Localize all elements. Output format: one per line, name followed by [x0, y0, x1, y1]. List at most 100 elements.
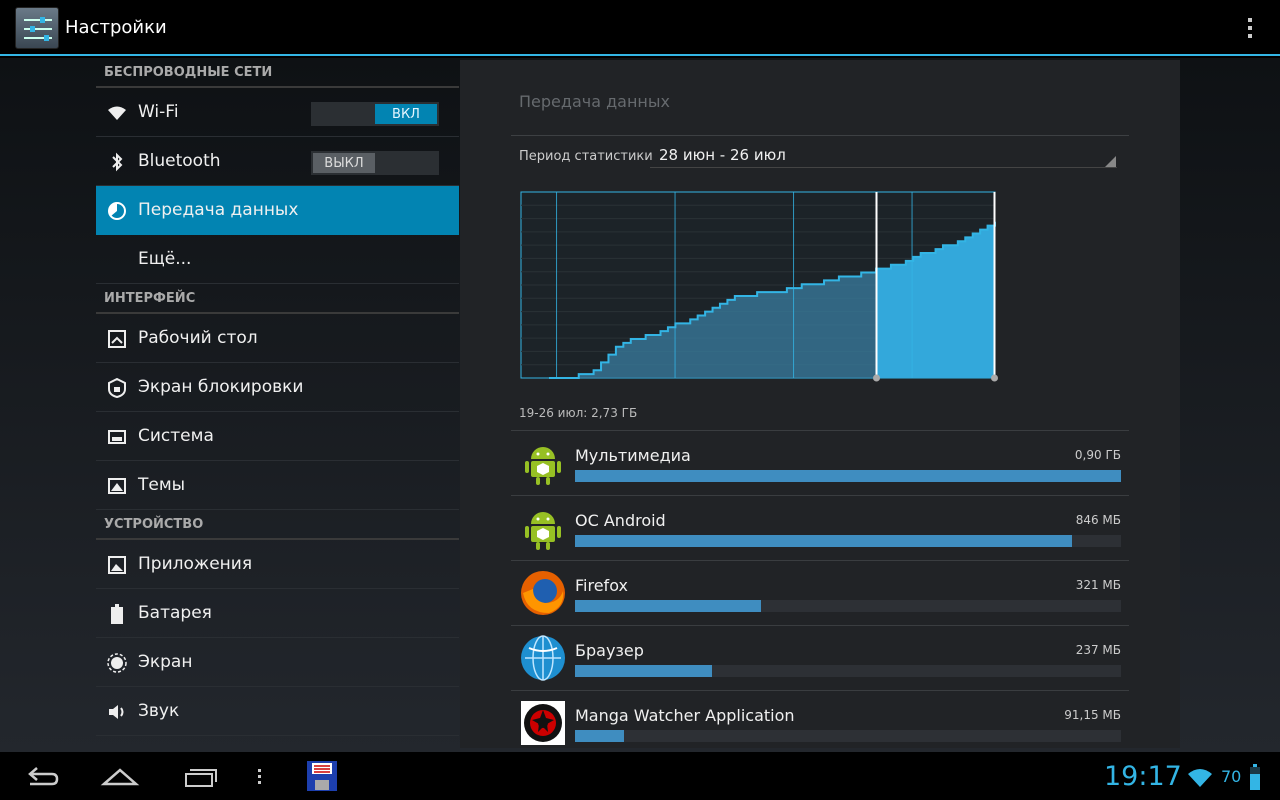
sidebar-item-more[interactable]: Ещё...	[96, 235, 459, 284]
usage-bar-track	[575, 600, 1121, 612]
sidebar-item-themes[interactable]: Темы	[96, 461, 459, 510]
wifi-toggle[interactable]: ВКЛ	[311, 102, 439, 126]
usage-bar-track	[575, 665, 1121, 677]
section-header: УСТРОЙСТВО	[96, 510, 459, 540]
android-icon	[519, 439, 567, 487]
android-icon	[519, 504, 567, 552]
sidebar-item-label: Темы	[138, 475, 186, 495]
usage-bar-track	[575, 730, 1121, 742]
cycle-spinner-underline	[650, 167, 1117, 168]
data-usage-icon	[106, 200, 128, 222]
sidebar-item-battery[interactable]: Батарея	[96, 589, 459, 638]
sidebar-item-label: Передача данных	[138, 200, 299, 220]
bluetooth-toggle[interactable]: ВЫКЛ	[311, 151, 439, 175]
content-area: БЕСПРОВОДНЫЕ СЕТИ Wi-Fi ВКЛ Bluetooth ВЫКЛ Пе…	[0, 58, 1280, 752]
battery-level: 70	[1221, 767, 1242, 786]
wifi-icon	[106, 102, 128, 124]
app-title: Настройки	[65, 17, 167, 38]
app-name: Manga Watcher Application	[575, 706, 795, 725]
section-header-label: БЕСПРОВОДНЫЕ СЕТИ	[104, 65, 273, 80]
app-usage-row[interactable]: Браузер 237 МБ	[511, 625, 1129, 690]
usage-bar-fill	[575, 600, 761, 612]
sidebar-item-label: Система	[138, 426, 214, 446]
sound-icon	[106, 701, 128, 723]
browser-icon	[519, 634, 567, 682]
section-header-label: ИНТЕРФЕЙС	[104, 291, 196, 306]
sidebar-item-label: Ещё...	[138, 249, 192, 269]
display-icon	[106, 652, 128, 674]
sidebar-item-lock-screen[interactable]: Экран блокировки	[96, 363, 459, 412]
section-header-label: УСТРОЙСТВО	[104, 517, 204, 532]
sidebar-item-label: Экран	[138, 652, 193, 672]
divider	[511, 135, 1129, 136]
section-header: ИНТЕРФЕЙС	[96, 284, 459, 314]
sidebar-item-label: Звук	[138, 701, 180, 721]
firefox-icon	[519, 569, 567, 617]
app-usage-list: Мультимедиа 0,90 ГБ ОС Android 846 МБ Firefo…	[511, 430, 1129, 748]
battery-status-icon	[1250, 764, 1260, 790]
data-usage-pane: Передача данных Период статистики 28 июн…	[460, 60, 1180, 748]
overflow-menu-icon[interactable]	[1238, 16, 1262, 40]
home-icon[interactable]	[100, 760, 140, 792]
cycle-spinner[interactable]: 28 июн - 26 июл	[659, 146, 786, 164]
app-name: Firefox	[575, 576, 628, 595]
usage-bar-fill	[575, 470, 1121, 482]
navigation-bar: 19:17 70	[0, 752, 1280, 800]
sidebar-item-label: Bluetooth	[138, 151, 221, 171]
usage-bar-fill	[575, 730, 625, 742]
app-usage-row[interactable]: ОС Android 846 МБ	[511, 495, 1129, 560]
sidebar-item-wifi[interactable]: Wi-Fi ВКЛ	[96, 88, 459, 137]
sidebar-item-label: Рабочий стол	[138, 328, 258, 348]
sidebar-item-label: Приложения	[138, 554, 253, 574]
range-end-knob	[991, 374, 998, 382]
app-usage-size: 321 МБ	[1075, 578, 1121, 592]
lock-icon	[106, 377, 128, 399]
range-start-knob	[873, 374, 880, 382]
usage-bar-fill	[575, 665, 712, 677]
sidebar-item-label: Экран блокировки	[138, 377, 304, 397]
home-screen-icon	[106, 328, 128, 350]
app-name: Браузер	[575, 641, 644, 660]
system-icon	[106, 426, 128, 448]
sidebar-item-system[interactable]: Система	[96, 412, 459, 461]
app-usage-row[interactable]: Мультимедиа 0,90 ГБ	[511, 430, 1129, 495]
usage-chart[interactable]	[517, 188, 1007, 388]
app-name: Мультимедиа	[575, 446, 691, 465]
app-usage-size: 846 МБ	[1075, 513, 1121, 527]
sidebar-item-apps[interactable]: Приложения	[96, 540, 459, 589]
usage-bar-fill	[575, 535, 1072, 547]
bluetooth-icon	[106, 151, 128, 173]
back-icon[interactable]	[22, 760, 62, 792]
sidebar-item-label: Батарея	[138, 603, 212, 623]
usage-bar-track	[575, 470, 1121, 482]
action-bar: Настройки	[0, 0, 1280, 56]
menu-icon[interactable]	[252, 760, 268, 792]
recent-apps-icon[interactable]	[182, 760, 222, 792]
app-usage-size: 237 МБ	[1075, 643, 1121, 657]
toggle-label: ВЫКЛ	[313, 153, 375, 173]
spinner-arrow-icon[interactable]	[1105, 156, 1116, 167]
sidebar-item-sound[interactable]: Звук	[96, 687, 459, 736]
sidebar-item-data-usage[interactable]: Передача данных	[96, 186, 459, 235]
wifi-status-icon	[1188, 769, 1212, 787]
battery-icon	[106, 603, 128, 625]
apps-icon	[106, 554, 128, 576]
clock: 19:17	[1104, 761, 1182, 792]
cycle-label: Период статистики	[519, 149, 653, 164]
settings-sidebar: БЕСПРОВОДНЫЕ СЕТИ Wi-Fi ВКЛ Bluetooth ВЫКЛ Пе…	[96, 58, 459, 752]
app-usage-size: 91,15 МБ	[1064, 708, 1121, 722]
app-usage-row[interactable]: Firefox 321 МБ	[511, 560, 1129, 625]
range-summary: 19-26 июл: 2,73 ГБ	[519, 406, 638, 420]
settings-app-icon[interactable]	[15, 7, 59, 49]
manga-icon	[519, 699, 567, 747]
pane-title: Передача данных	[519, 92, 670, 111]
app-usage-row[interactable]: Manga Watcher Application 91,15 МБ	[511, 690, 1129, 748]
sidebar-item-display[interactable]: Экран	[96, 638, 459, 687]
app-name: ОС Android	[575, 511, 666, 530]
save-notification-icon[interactable]	[306, 760, 338, 792]
sidebar-item-home-screen[interactable]: Рабочий стол	[96, 314, 459, 363]
sidebar-item-bluetooth[interactable]: Bluetooth ВЫКЛ	[96, 137, 459, 186]
usage-bar-track	[575, 535, 1121, 547]
toggle-label: ВКЛ	[375, 104, 437, 124]
sidebar-item-label: Wi-Fi	[138, 102, 179, 122]
